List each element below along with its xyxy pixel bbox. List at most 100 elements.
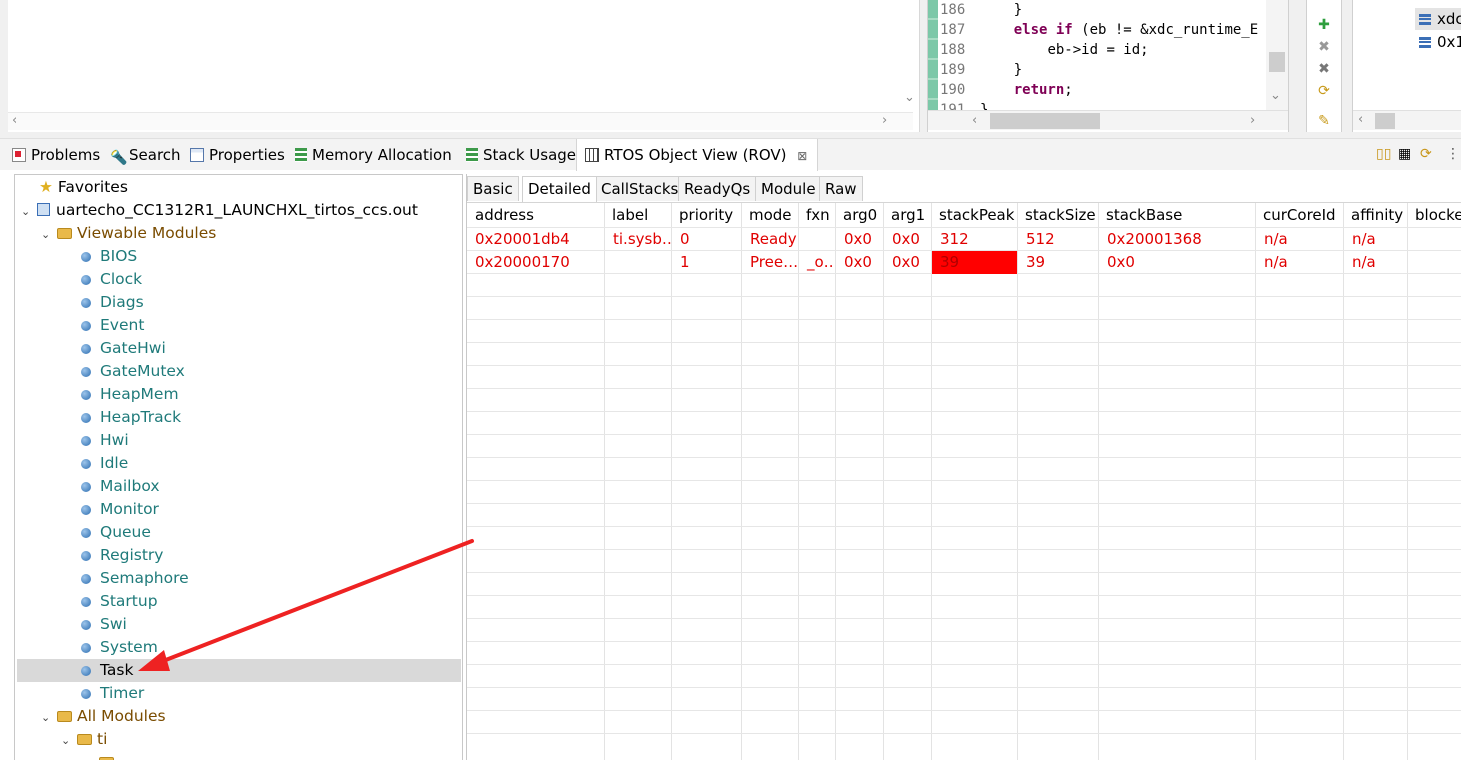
table-cell[interactable]: Ready bbox=[742, 228, 798, 251]
variables-horizontal-scrollbar[interactable]: ‹ bbox=[1353, 110, 1461, 130]
table-cell[interactable]: ti.sysb… bbox=[605, 228, 671, 251]
tree-module-gatehwi[interactable]: GateHwi bbox=[81, 337, 166, 360]
tree-module-event[interactable]: Event bbox=[81, 314, 144, 337]
tree-module-hwi[interactable]: Hwi bbox=[81, 429, 129, 452]
chevron-down-icon[interactable]: ⌄ bbox=[21, 200, 37, 223]
tab-properties[interactable]: Properties bbox=[190, 139, 285, 171]
tree-ti[interactable]: ⌄ ti bbox=[61, 728, 107, 751]
scroll-right-icon[interactable]: › bbox=[882, 113, 887, 128]
tree-module-task[interactable]: Task bbox=[81, 659, 133, 682]
tab-stack-usage[interactable]: Stack Usage bbox=[466, 139, 576, 171]
tree-module-timer[interactable]: Timer bbox=[81, 682, 144, 705]
tree-module-mailbox[interactable]: Mailbox bbox=[81, 475, 160, 498]
scroll-left-icon[interactable]: ‹ bbox=[12, 113, 17, 128]
scroll-down-icon[interactable]: ⌄ bbox=[904, 90, 915, 105]
tab-rtos-object-view[interactable]: RTOS Object View (ROV) ⊠ bbox=[576, 139, 819, 171]
tree-module-queue[interactable]: Queue bbox=[81, 521, 151, 544]
chevron-down-icon[interactable]: ⌄ bbox=[41, 223, 57, 246]
table-cell[interactable]: 0x0 bbox=[884, 251, 931, 274]
tab-problems[interactable]: Problems bbox=[12, 139, 100, 171]
scroll-thumb[interactable] bbox=[1269, 52, 1285, 72]
add-icon[interactable]: ✚ bbox=[1315, 16, 1333, 34]
subtab-readyqs[interactable]: ReadyQs bbox=[678, 176, 757, 201]
table-cell[interactable]: 0 bbox=[672, 228, 741, 251]
column-divider[interactable] bbox=[1098, 203, 1099, 760]
tree-module-monitor[interactable]: Monitor bbox=[81, 498, 159, 521]
column-divider[interactable] bbox=[1407, 203, 1408, 760]
tree-all-modules[interactable]: ⌄ All Modules bbox=[41, 705, 166, 728]
table-cell[interactable]: n/a bbox=[1256, 228, 1343, 251]
tree-module-diags[interactable]: Diags bbox=[81, 291, 144, 314]
scroll-thumb[interactable] bbox=[990, 113, 1100, 129]
scroll-right-icon[interactable]: › bbox=[1250, 113, 1255, 128]
column-divider[interactable] bbox=[798, 203, 799, 760]
new-icon[interactable]: ✎ bbox=[1315, 112, 1333, 130]
remove-icon[interactable]: ✖ bbox=[1315, 38, 1333, 56]
table-cell[interactable]: 0x0 bbox=[836, 251, 883, 274]
tree-viewable-modules[interactable]: ⌄ Viewable Modules bbox=[41, 222, 216, 245]
console-horizontal-scrollbar[interactable]: ‹ › bbox=[8, 112, 913, 130]
scroll-left-icon[interactable]: ‹ bbox=[972, 113, 977, 128]
tree-module-system[interactable]: System bbox=[81, 636, 158, 659]
column-header[interactable]: label bbox=[604, 203, 671, 227]
tree-module-swi[interactable]: Swi bbox=[81, 613, 127, 636]
table-cell[interactable]: 0x0 bbox=[836, 228, 883, 251]
column-divider[interactable] bbox=[1255, 203, 1256, 760]
table-cell[interactable]: 1 bbox=[672, 251, 741, 274]
column-header[interactable]: affinity bbox=[1343, 203, 1407, 227]
table-cell[interactable]: 0x20000170 bbox=[467, 251, 603, 274]
table-cell[interactable]: 312 bbox=[932, 228, 1017, 251]
tree-module-bios[interactable]: BIOS bbox=[81, 245, 137, 268]
console-vertical-scrollbar[interactable]: ⌄ bbox=[903, 0, 919, 112]
tree-module-semaphore[interactable]: Semaphore bbox=[81, 567, 189, 590]
column-divider[interactable] bbox=[931, 203, 932, 760]
chevron-down-icon[interactable]: ⌄ bbox=[41, 706, 57, 729]
column-header[interactable]: priority bbox=[671, 203, 741, 227]
column-header[interactable]: fxn bbox=[798, 203, 835, 227]
subtab-detailed[interactable]: Detailed bbox=[522, 176, 597, 202]
variable-row[interactable]: xdc bbox=[1415, 8, 1461, 30]
subtab-raw[interactable]: Raw bbox=[819, 176, 863, 201]
table-cell[interactable]: 512 bbox=[1018, 228, 1098, 251]
columns-icon[interactable]: ▯▯ bbox=[1376, 146, 1391, 162]
column-divider[interactable] bbox=[741, 203, 742, 760]
tree-module-startup[interactable]: Startup bbox=[81, 590, 158, 613]
table-cell[interactable]: Pree… bbox=[742, 251, 798, 274]
tree-root[interactable]: ⌄ uartecho_CC1312R1_LAUNCHXL_tirtos_ccs.o… bbox=[21, 199, 418, 222]
column-header[interactable]: arg1 bbox=[883, 203, 931, 227]
column-divider[interactable] bbox=[1017, 203, 1018, 760]
table-cell[interactable] bbox=[1408, 251, 1461, 274]
remove-all-icon[interactable]: ✖ bbox=[1315, 60, 1333, 78]
column-divider[interactable] bbox=[671, 203, 672, 760]
table-cell[interactable]: _o… bbox=[799, 251, 835, 274]
tree-child[interactable] bbox=[99, 751, 119, 760]
subtab-callstacks[interactable]: CallStacks bbox=[595, 176, 685, 201]
column-divider[interactable] bbox=[1343, 203, 1344, 760]
tree-module-clock[interactable]: Clock bbox=[81, 268, 142, 291]
table-cell[interactable]: 0x0 bbox=[1099, 251, 1255, 274]
variable-row[interactable]: 0x1 bbox=[1419, 31, 1461, 53]
table-cell[interactable]: n/a bbox=[1344, 251, 1407, 274]
tab-search[interactable]: 🔦 Search bbox=[110, 139, 181, 171]
subtab-module[interactable]: Module bbox=[755, 176, 822, 201]
column-divider[interactable] bbox=[604, 203, 605, 760]
editor-vertical-scrollbar[interactable]: ⌄ bbox=[1266, 0, 1288, 112]
code-editor[interactable]: 186 } 187 else if (eb != &xdc_runtime_E … bbox=[927, 0, 1289, 132]
refresh-icon[interactable]: ⟳ bbox=[1315, 82, 1333, 100]
table-cell[interactable]: n/a bbox=[1344, 228, 1407, 251]
refresh-icon[interactable]: ⟳ bbox=[1420, 146, 1432, 162]
column-header[interactable]: blocke bbox=[1407, 203, 1461, 227]
tree-module-gatemutex[interactable]: GateMutex bbox=[81, 360, 185, 383]
scroll-left-icon[interactable]: ‹ bbox=[1358, 112, 1363, 127]
table-cell[interactable]: 39 bbox=[1018, 251, 1098, 274]
column-divider[interactable] bbox=[835, 203, 836, 760]
table-cell[interactable]: n/a bbox=[1256, 251, 1343, 274]
tab-memory-allocation[interactable]: Memory Allocation bbox=[295, 139, 452, 171]
column-header[interactable]: curCoreId bbox=[1255, 203, 1343, 227]
close-icon[interactable]: ⊠ bbox=[797, 149, 807, 163]
tree-module-idle[interactable]: Idle bbox=[81, 452, 128, 475]
column-divider[interactable] bbox=[883, 203, 884, 760]
tree-module-heaptrack[interactable]: HeapTrack bbox=[81, 406, 181, 429]
scroll-down-icon[interactable]: ⌄ bbox=[1270, 88, 1281, 103]
table-icon[interactable]: ▦ bbox=[1398, 146, 1411, 162]
